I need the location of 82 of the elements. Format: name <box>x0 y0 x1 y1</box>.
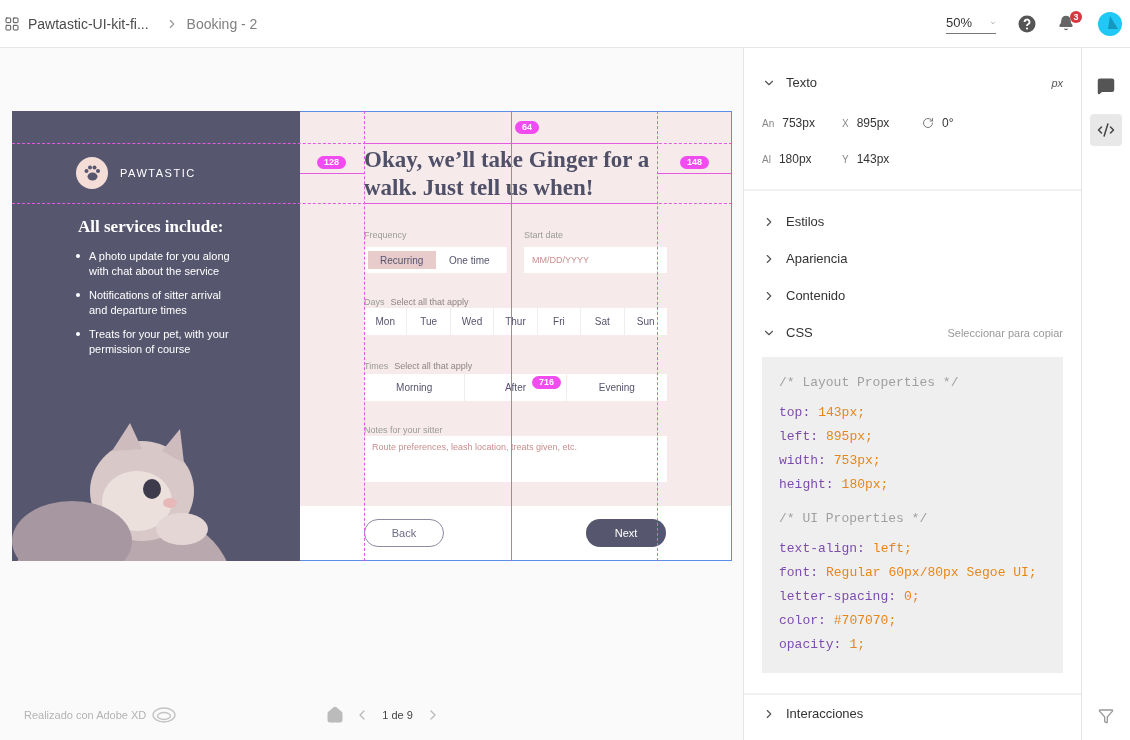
css-value: left; <box>872 541 912 556</box>
notes-field[interactable]: Route preferences, leash location, treats given, etc. <box>364 436 667 482</box>
property-label: X <box>842 117 849 129</box>
frequency-option[interactable]: One time <box>435 251 503 269</box>
comment-icon[interactable] <box>1097 77 1115 95</box>
section-header[interactable]: Contenido <box>744 277 1081 314</box>
code-comment: /* Layout Properties */ <box>779 374 960 392</box>
back-button[interactable]: Back <box>364 519 444 547</box>
field-hint: Select all that apply <box>394 361 473 371</box>
css-property: letter-spacing: <box>779 589 897 604</box>
avatar[interactable] <box>1098 11 1122 36</box>
rotate-icon <box>922 117 934 129</box>
css-value: 180px; <box>841 477 889 492</box>
css-value: 0; <box>904 589 920 604</box>
next-button[interactable]: Next <box>586 519 666 547</box>
service-item: Treats for your pet, with your permission of course <box>89 327 230 357</box>
css-property: text-align: <box>779 541 865 556</box>
notification-badge: 3 <box>1070 10 1082 23</box>
service-item: A photo update for you along with chat about the service <box>89 249 231 279</box>
property-value: 180px <box>778 152 812 166</box>
section-header[interactable]: Texto px <box>744 64 1081 101</box>
field-label: Days <box>364 297 385 307</box>
property-label: Y <box>842 153 849 165</box>
section-title: Estilos <box>786 214 825 229</box>
field-label: Notes for your sitter <box>364 425 443 435</box>
paw-logo-icon <box>76 157 108 189</box>
services-heading: All services include: <box>78 217 225 237</box>
code-comment: /* UI Properties */ <box>779 510 929 528</box>
css-value: Regular 60px/80px Segoe UI; <box>826 565 1037 580</box>
unit-label[interactable]: px <box>1051 76 1063 89</box>
breadcrumb-link[interactable]: Pawtastic-UI-kit-fi... <box>28 15 149 32</box>
css-property: font: <box>779 565 818 580</box>
css-value: #707070; <box>833 613 897 628</box>
copy-hint: Seleccionar para copiar <box>947 326 1063 339</box>
code-icon <box>1097 121 1115 139</box>
field-hint: Select all that apply <box>390 297 469 307</box>
css-value: 143px; <box>818 405 866 420</box>
section-title: Interacciones <box>786 706 864 721</box>
field-label: Start date <box>524 230 565 240</box>
section-header[interactable]: Apariencia <box>744 240 1081 277</box>
help-icon[interactable] <box>1018 14 1036 33</box>
measurement-badge: 64 <box>515 121 539 134</box>
breadcrumb-current: Booking - 2 <box>186 15 258 32</box>
css-property: width: <box>779 453 826 468</box>
css-value: 895px; <box>826 429 873 444</box>
page-indicator: 1 de 9 <box>382 709 413 721</box>
date-field[interactable]: MM/DD/YYYY <box>524 247 667 273</box>
section-title: CSS <box>786 325 813 340</box>
css-property: color: <box>779 613 826 628</box>
service-item: Notifications of sitter arrival and departure times <box>89 288 223 318</box>
property-value: 753px <box>782 116 815 130</box>
brand-name: PAWTASTIC <box>120 167 196 179</box>
credit-text: Realizado con Adobe XD <box>24 709 147 721</box>
bell-icon[interactable] <box>1058 14 1074 31</box>
css-property: height: <box>779 477 834 492</box>
css-property: top: <box>779 405 811 420</box>
field-label: Times <box>364 361 389 371</box>
frequency-option[interactable]: Recurring <box>368 251 436 269</box>
section-title: Contenido <box>786 288 846 303</box>
property-value: 895px <box>856 116 890 130</box>
property-value: 143px <box>856 152 890 166</box>
field-label: Frequency <box>364 230 408 240</box>
css-property: left: <box>779 429 818 444</box>
bullet-dot <box>76 254 80 258</box>
section-title: Texto <box>786 75 818 90</box>
section-title: Apariencia <box>786 251 848 266</box>
grid-icon[interactable] <box>4 15 20 32</box>
section-header[interactable]: Estilos <box>744 203 1081 240</box>
funnel-icon[interactable] <box>1098 708 1114 724</box>
section-header[interactable]: CSS Seleccionar para copiar <box>744 314 1081 351</box>
zoom-dropdown[interactable]: 50% <box>946 13 996 34</box>
section-header[interactable]: Interacciones <box>744 695 1081 732</box>
bullet-dot <box>76 332 80 336</box>
property-label: Al <box>762 153 771 165</box>
bullet-dot <box>76 293 80 297</box>
cloud-icon <box>152 707 177 723</box>
css-value: 1; <box>849 637 866 652</box>
property-value: 0° <box>942 116 954 130</box>
property-label: An <box>762 117 775 129</box>
css-property: opacity: <box>779 637 842 652</box>
code-button[interactable] <box>1090 114 1122 146</box>
css-value: 753px; <box>833 453 881 468</box>
